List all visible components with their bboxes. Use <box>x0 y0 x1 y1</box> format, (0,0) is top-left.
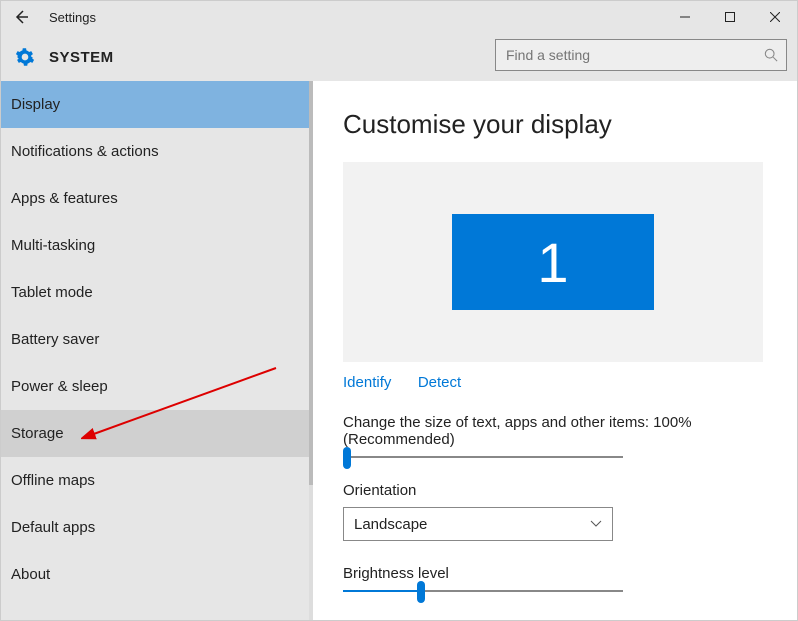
settings-window: Settings SYSTEM Display <box>0 0 798 621</box>
sidebar-item-label: Notifications & actions <box>11 143 159 160</box>
orientation-select[interactable]: Landscape <box>343 507 613 541</box>
content-pane: Customise your display 1 Identify Detect… <box>313 81 797 620</box>
scale-slider[interactable] <box>343 456 623 458</box>
monitor-1[interactable]: 1 <box>452 214 654 310</box>
sidebar-item-label: Multi-tasking <box>11 237 95 254</box>
titlebar: Settings <box>1 1 797 33</box>
brightness-label: Brightness level <box>343 565 777 582</box>
monitor-number: 1 <box>537 230 568 295</box>
page-heading: Customise your display <box>343 109 777 140</box>
sidebar-item-notifications[interactable]: Notifications & actions <box>1 128 309 175</box>
brightness-slider[interactable] <box>343 590 623 592</box>
sidebar-item-storage[interactable]: Storage <box>1 410 309 457</box>
sidebar-item-power-sleep[interactable]: Power & sleep <box>1 363 309 410</box>
brightness-slider-handle[interactable] <box>417 581 425 603</box>
orientation-label: Orientation <box>343 482 777 499</box>
chevron-down-icon <box>590 517 602 531</box>
sidebar-item-label: Default apps <box>11 519 95 536</box>
sidebar-item-label: Storage <box>11 425 64 442</box>
sidebar-item-label: Offline maps <box>11 472 95 489</box>
window-title: Settings <box>49 10 96 25</box>
identify-link[interactable]: Identify <box>343 374 391 391</box>
sidebar-item-label: About <box>11 566 50 583</box>
section-title: SYSTEM <box>49 49 114 66</box>
sidebar-item-battery-saver[interactable]: Battery saver <box>1 316 309 363</box>
sidebar-item-label: Tablet mode <box>11 284 93 301</box>
orientation-value: Landscape <box>354 516 427 533</box>
sidebar-item-offline-maps[interactable]: Offline maps <box>1 457 309 504</box>
scale-label: Change the size of text, apps and other … <box>343 414 777 448</box>
search-input[interactable] <box>496 47 756 63</box>
sidebar-item-label: Display <box>11 96 60 113</box>
sidebar-item-multitasking[interactable]: Multi-tasking <box>1 222 309 269</box>
search-icon <box>756 48 786 62</box>
minimize-button[interactable] <box>662 1 707 33</box>
sidebar-item-label: Apps & features <box>11 190 118 207</box>
display-preview: 1 <box>343 162 763 362</box>
search-field[interactable] <box>495 39 787 71</box>
window-controls <box>662 1 797 33</box>
gear-icon <box>15 47 35 67</box>
sidebar-item-about[interactable]: About <box>1 551 309 598</box>
sidebar-item-tablet-mode[interactable]: Tablet mode <box>1 269 309 316</box>
sidebar-item-apps-features[interactable]: Apps & features <box>1 175 309 222</box>
back-button[interactable] <box>1 1 41 33</box>
maximize-button[interactable] <box>707 1 752 33</box>
scale-slider-handle[interactable] <box>343 447 351 469</box>
close-icon <box>770 12 780 22</box>
close-button[interactable] <box>752 1 797 33</box>
section-header: SYSTEM <box>1 33 797 81</box>
sidebar-item-display[interactable]: Display <box>1 81 309 128</box>
maximize-icon <box>725 12 735 22</box>
arrow-left-icon <box>13 9 29 25</box>
minimize-icon <box>680 12 690 22</box>
sidebar-item-label: Power & sleep <box>11 378 108 395</box>
sidebar: Display Notifications & actions Apps & f… <box>1 81 313 620</box>
sidebar-item-default-apps[interactable]: Default apps <box>1 504 309 551</box>
body: Display Notifications & actions Apps & f… <box>1 81 797 620</box>
detect-link[interactable]: Detect <box>418 374 461 391</box>
sidebar-item-label: Battery saver <box>11 331 99 348</box>
display-actions: Identify Detect <box>343 374 777 392</box>
